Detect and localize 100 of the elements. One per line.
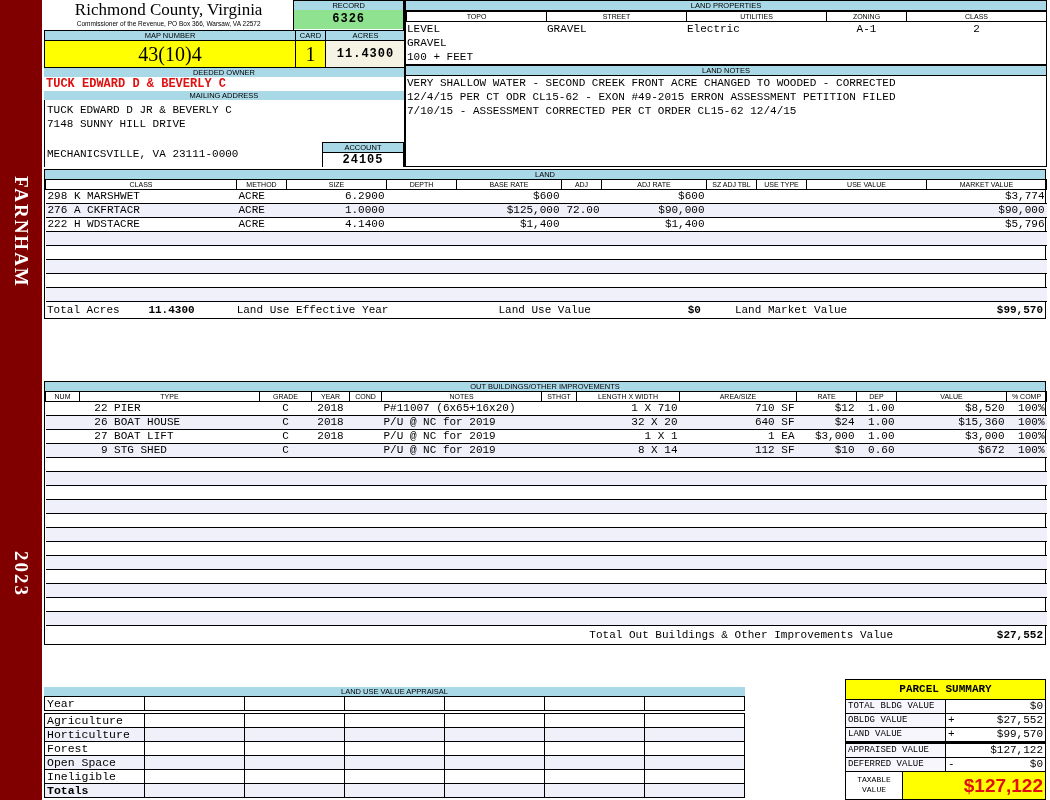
- map-number: 43(10)4: [45, 40, 295, 67]
- table-cell-text: 22: [93, 402, 108, 415]
- table-cell: 32 X 20: [631, 416, 678, 428]
- table-cell: 100%: [1018, 444, 1045, 456]
- summary-value: $0: [1029, 758, 1043, 771]
- table-cell: 2018: [317, 430, 344, 442]
- table-cell: 100%: [1018, 430, 1045, 442]
- table-cell: $672: [978, 444, 1005, 456]
- table-cell: 100%: [1018, 402, 1045, 414]
- table-cell: $8,520: [964, 402, 1005, 414]
- table-cell: P/U @ NC for 2019: [383, 416, 496, 428]
- table-cell: 100%: [1018, 416, 1045, 428]
- sign-mark: -: [948, 758, 955, 770]
- table-cell-text: 27: [93, 430, 108, 443]
- table-cell: $90,000: [658, 204, 705, 216]
- table-cell: C: [282, 444, 289, 456]
- row-label: Forest: [47, 742, 89, 755]
- table-cell: $5,796: [1004, 218, 1045, 230]
- table-cell: $3,774: [1004, 190, 1045, 202]
- sign-mark: +: [948, 728, 955, 740]
- sign-mark: +: [948, 714, 955, 726]
- table-cell: 1 X 710: [631, 402, 678, 414]
- total-label: Total Out Buildings & Other Improvements Value: [589, 628, 893, 643]
- owner-name: TUCK EDWARD D & BEVERLY C: [45, 77, 228, 91]
- table-cell: 276 A CKFRTACR: [47, 204, 140, 216]
- summary-value: $27,552: [996, 714, 1043, 727]
- table-cell: C: [282, 402, 289, 414]
- table-cell: 710 SF: [754, 402, 795, 414]
- table-cell: $24: [834, 416, 855, 428]
- row-label: Ineligible: [47, 770, 116, 783]
- tax-year: 2023: [10, 550, 32, 597]
- table-cell: C: [282, 430, 289, 442]
- total-label: Land Market Value: [734, 304, 848, 316]
- note-line: 7/10/15 - ASSESSMENT CORRECTED PER CT ORDER CL15-62 12/4/15: [407, 104, 798, 118]
- table-cell: 1.00: [868, 430, 895, 442]
- table-cell: P/U @ NC for 2019: [383, 444, 496, 456]
- summary-label: DEFERRED VALUE: [848, 759, 924, 769]
- taxable-value: $127,122: [903, 772, 1045, 799]
- table-cell: 2: [973, 23, 980, 35]
- card-number: 1: [295, 40, 325, 67]
- acres-value: 11.4300: [325, 40, 405, 67]
- total-label: Land Use Value: [498, 304, 591, 316]
- total-value: $99,570: [996, 304, 1043, 316]
- table-cell: $12: [834, 402, 855, 414]
- table-cell: 4.1400: [344, 218, 385, 230]
- table-cell: 1 EA: [768, 430, 795, 442]
- total-value: $0: [687, 304, 701, 316]
- summary-label: OBLDG VALUE: [848, 715, 908, 725]
- table-cell: 6.2900: [344, 190, 385, 202]
- table-cell: 1.00: [868, 402, 895, 414]
- table-cell: $1,400: [664, 218, 705, 230]
- total-label: Land Use Effective Year: [236, 304, 389, 316]
- address-line: 7148 SUNNY HILL DRIVE: [47, 117, 187, 131]
- table-cell: BOAT HOUSE: [114, 416, 181, 428]
- table-cell: $1,400: [519, 218, 560, 230]
- table-cell: 100 + FEET: [407, 51, 473, 63]
- table-cell: 640 SF: [754, 416, 795, 428]
- table-cell: 222 H WDSTACRE: [47, 218, 140, 230]
- table-cell: 1 X 1: [644, 430, 678, 442]
- table-cell: $600: [678, 190, 705, 202]
- summary-label: TOTAL BLDG VALUE: [848, 701, 935, 711]
- table-cell: 112 SF: [754, 444, 795, 456]
- table-cell: ACRE: [238, 190, 265, 202]
- table-cell: $90,000: [998, 204, 1045, 216]
- summary-value: $127,122: [990, 744, 1043, 757]
- summary-title: PARCEL SUMMARY: [846, 680, 1045, 700]
- total-value: 11.4300: [148, 304, 195, 316]
- row-label: Horticulture: [47, 728, 130, 741]
- table-cell: P/U @ NC for 2019: [383, 430, 496, 442]
- note-line: 12/4/15 PER CT ODR CL15-62 - EXON #49-2015 ERRON ASSESSMENT PETITION FILED: [407, 90, 897, 104]
- table-cell: $15,360: [958, 416, 1005, 428]
- table-cell: STG SHED: [114, 444, 167, 456]
- table-cell: 2018: [317, 402, 344, 414]
- address-line: MECHANICSVILLE, VA 23111-0000: [47, 147, 240, 161]
- summary-label: LAND VALUE: [848, 729, 902, 739]
- table-cell: 1.00: [868, 416, 895, 428]
- row-label: Year: [47, 697, 75, 710]
- record-number: 6326: [294, 10, 403, 29]
- summary-value: $99,570: [996, 728, 1043, 741]
- table-cell: GRAVEL: [547, 23, 587, 35]
- total-label: Total Acres: [47, 304, 120, 316]
- row-label: Agriculture: [47, 714, 123, 727]
- row-label: Totals: [47, 784, 89, 797]
- table-cell: ACRE: [238, 218, 265, 230]
- table-cell: 8 X 14: [637, 444, 678, 456]
- table-cell: PIER: [114, 402, 141, 414]
- table-cell: 1.0000: [344, 204, 385, 216]
- table-cell: LEVEL: [407, 23, 440, 35]
- total-value: $27,552: [995, 628, 1043, 643]
- summary-label: APPRAISED VALUE: [848, 745, 929, 755]
- table-cell: C: [282, 416, 289, 428]
- table-cell: BOAT LIFT: [114, 430, 174, 442]
- address-line: TUCK EDWARD D JR & BEVERLY C: [47, 103, 233, 117]
- district-name: FARNHAM: [10, 176, 32, 288]
- table-cell: 2018: [317, 416, 344, 428]
- table-cell: $10: [834, 444, 855, 456]
- note-line: VERY SHALLOW WATER - SECOND CREEK FRONT ACRE CHANGED TO WOODED - CORRECTED: [407, 76, 897, 90]
- row-label: Open Space: [47, 756, 116, 769]
- table-cell-text: 9: [99, 444, 108, 457]
- table-cell: Electric: [687, 23, 740, 35]
